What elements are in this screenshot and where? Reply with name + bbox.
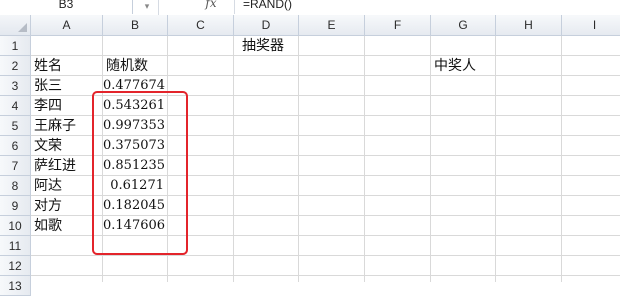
column-header-c[interactable]: C <box>168 15 234 36</box>
row-header-7[interactable]: 7 <box>0 156 31 176</box>
gridline <box>31 275 620 276</box>
row-header-1[interactable]: 1 <box>0 36 31 56</box>
cell-a5[interactable]: 王麻子 <box>31 116 103 136</box>
row-header-6[interactable]: 6 <box>0 136 31 156</box>
cell-a9[interactable]: 对方 <box>31 196 103 216</box>
gridline <box>31 255 620 256</box>
cell-b9[interactable]: 0.182045 <box>103 196 168 216</box>
column-header-i[interactable]: I <box>562 15 620 36</box>
row-header-3[interactable]: 3 <box>0 76 31 96</box>
column-header-e[interactable]: E <box>299 15 365 36</box>
cell-b3[interactable]: 0.477674 <box>103 76 168 96</box>
cell-a6[interactable]: 文荣 <box>31 136 103 156</box>
cell-b8[interactable]: 0.61271 <box>103 176 168 196</box>
cell-a8[interactable]: 阿达 <box>31 176 103 196</box>
select-all-corner[interactable] <box>0 15 31 36</box>
cell-a4[interactable]: 李四 <box>31 96 103 116</box>
row-header-2[interactable]: 2 <box>0 56 31 76</box>
name-box[interactable]: B3 <box>0 0 133 14</box>
cell-b7[interactable]: 0.851235 <box>103 156 168 176</box>
chevron-down-icon[interactable]: ▾ <box>140 0 154 14</box>
cell-a7[interactable]: 萨红进 <box>31 156 103 176</box>
cell-g2[interactable]: 中奖人 <box>431 56 496 76</box>
cell-a10[interactable]: 如歌 <box>31 216 103 236</box>
cell-b2[interactable]: 随机数 <box>103 56 168 76</box>
cell-b4[interactable]: 0.543261 <box>103 96 168 116</box>
insert-function-button[interactable]: fx <box>196 0 226 14</box>
divider <box>158 0 159 15</box>
cell-b6[interactable]: 0.375073 <box>103 136 168 156</box>
gridline <box>233 36 234 282</box>
row-header-10[interactable]: 10 <box>0 216 31 236</box>
cell-b5[interactable]: 0.997353 <box>103 116 168 136</box>
row-header-11[interactable]: 11 <box>0 236 31 256</box>
row-header-4[interactable]: 4 <box>0 96 31 116</box>
cell-a3[interactable]: 张三 <box>31 76 103 96</box>
formula-input[interactable]: =RAND() <box>234 0 620 14</box>
column-header-a[interactable]: A <box>31 15 103 36</box>
column-header-d[interactable]: D <box>234 15 299 36</box>
gridline <box>561 36 562 282</box>
cell-a2[interactable]: 姓名 <box>31 56 103 76</box>
gridline <box>298 36 299 282</box>
cell-b10[interactable]: 0.147606 <box>103 216 168 236</box>
column-header-g[interactable]: G <box>431 15 496 36</box>
row-header-8[interactable]: 8 <box>0 176 31 196</box>
column-header-h[interactable]: H <box>496 15 562 36</box>
formula-bar: B3 ▾ fx =RAND() <box>0 0 620 16</box>
row-header-9[interactable]: 9 <box>0 196 31 216</box>
row-header-13[interactable]: 13 <box>0 276 31 296</box>
column-header-b[interactable]: B <box>103 15 168 36</box>
row-header-5[interactable]: 5 <box>0 116 31 136</box>
gridline <box>364 36 365 282</box>
cell-title[interactable]: 抽奖器 <box>31 36 495 56</box>
column-header-f[interactable]: F <box>365 15 431 36</box>
row-header-12[interactable]: 12 <box>0 256 31 276</box>
worksheet-grid: A B C D E F G H I 1 2 3 4 5 6 7 8 9 10 1… <box>0 15 620 296</box>
